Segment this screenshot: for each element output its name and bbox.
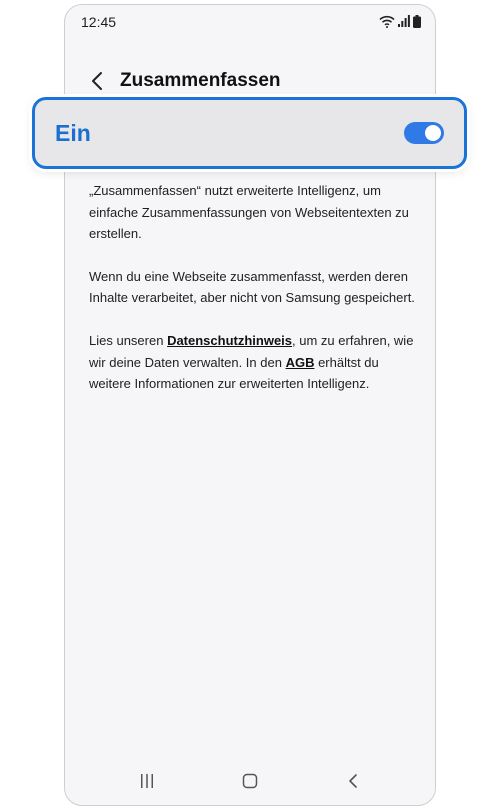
paragraph-3-text-start: Lies unseren	[89, 332, 168, 348]
toggle-label: Ein	[55, 120, 91, 146]
home-icon	[242, 773, 258, 789]
chevron-left-icon	[92, 72, 102, 90]
battery-icon	[413, 14, 421, 28]
signal-icon	[398, 15, 410, 27]
back-icon	[349, 774, 357, 788]
recents-icon	[141, 774, 153, 788]
terms-link[interactable]: AGB	[286, 355, 315, 370]
header: Zusammenfassen	[65, 61, 435, 101]
privacy-notice-link[interactable]: Datenschutzhinweis	[167, 333, 292, 348]
toggle-knob	[425, 125, 441, 141]
navigation-bar	[65, 755, 435, 805]
wifi-icon	[379, 15, 395, 28]
toggle-card[interactable]: Ein	[32, 97, 467, 169]
system-back-button[interactable]	[339, 767, 367, 795]
home-button[interactable]	[236, 767, 264, 795]
description: „Zusammenfassen“ nutzt erweiterte Intell…	[89, 180, 419, 416]
status-bar: 12:45	[65, 5, 435, 39]
description-paragraph-1: „Zusammenfassen“ nutzt erweiterte Intell…	[89, 183, 409, 242]
status-time: 12:45	[81, 14, 117, 30]
description-paragraph-2: Wenn du eine Webseite zusammenfasst, wer…	[89, 268, 415, 306]
recents-button[interactable]	[133, 767, 161, 795]
page-title: Zusammenfassen	[120, 70, 281, 91]
back-button[interactable]	[83, 67, 111, 95]
toggle-switch[interactable]	[404, 122, 444, 144]
description-paragraph-3: Lies unseren Datenschutzhinweis, um zu e…	[89, 330, 419, 395]
status-icons	[379, 14, 421, 28]
